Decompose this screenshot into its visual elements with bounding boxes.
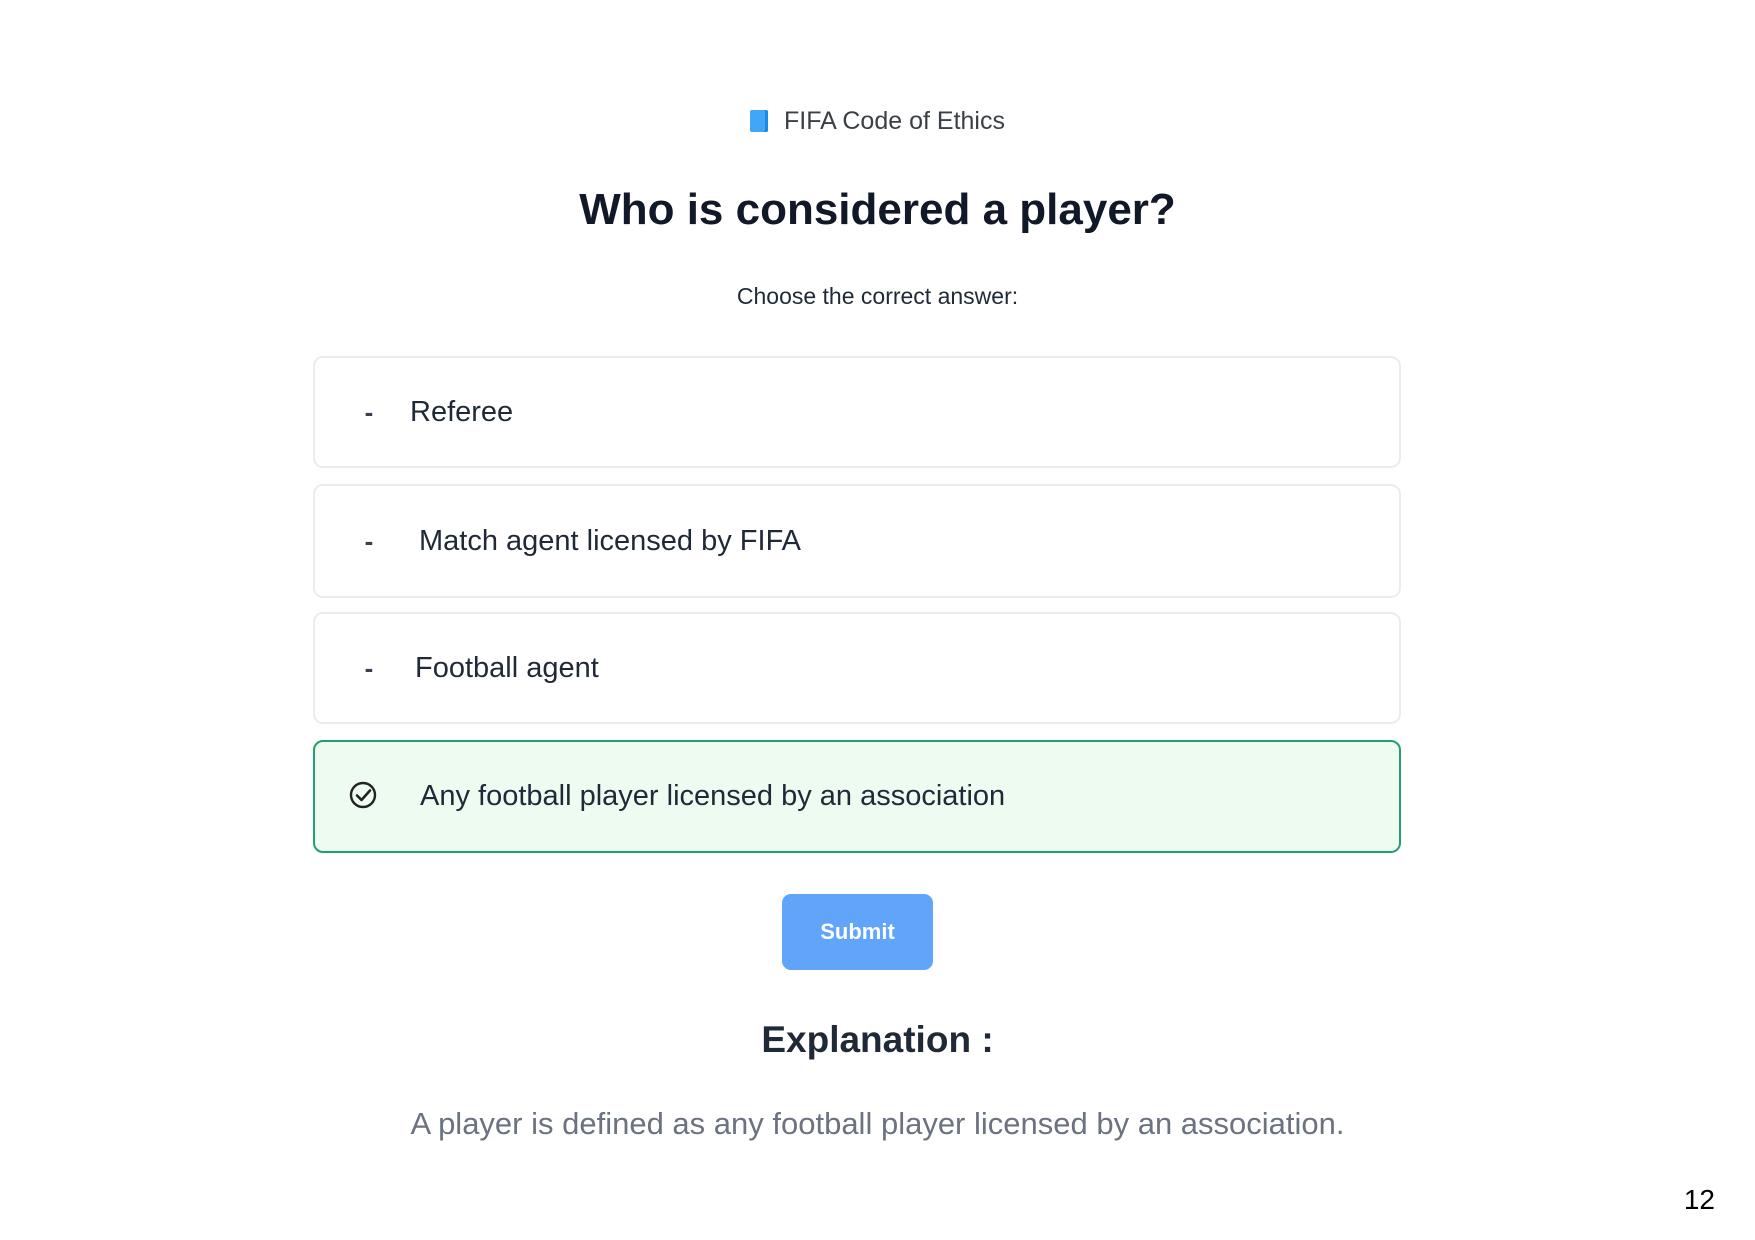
answer-option-referee[interactable]: - Referee [313, 356, 1401, 468]
answer-option-match-agent[interactable]: - Match agent licensed by FIFA [313, 484, 1401, 598]
explanation-text: A player is defined as any football play… [410, 1106, 1345, 1141]
option-marker: - [364, 396, 374, 427]
page-number: 12 [1683, 1184, 1715, 1215]
answer-option-football-agent[interactable]: - Football agent [313, 612, 1401, 724]
book-icon [750, 110, 769, 132]
answer-option-licensed-player[interactable]: Any football player licensed by an assoc… [313, 740, 1401, 853]
option-label: Referee [410, 395, 514, 428]
question-title: Who is considered a player? [579, 185, 1176, 234]
option-label: Any football player licensed by an assoc… [420, 780, 1006, 812]
quiz-category: FIFA Code of Ethics [0, 104, 1755, 138]
explanation-title: Explanation : [761, 1019, 994, 1060]
submit-button[interactable]: Submit [782, 894, 933, 970]
question-instruction: Choose the correct answer: [736, 283, 1019, 309]
option-label: Match agent licensed by FIFA [419, 524, 802, 557]
option-marker: - [364, 652, 374, 683]
category-label: FIFA Code of Ethics [784, 107, 1005, 135]
option-marker: - [364, 525, 374, 556]
check-circle-icon [348, 780, 378, 815]
